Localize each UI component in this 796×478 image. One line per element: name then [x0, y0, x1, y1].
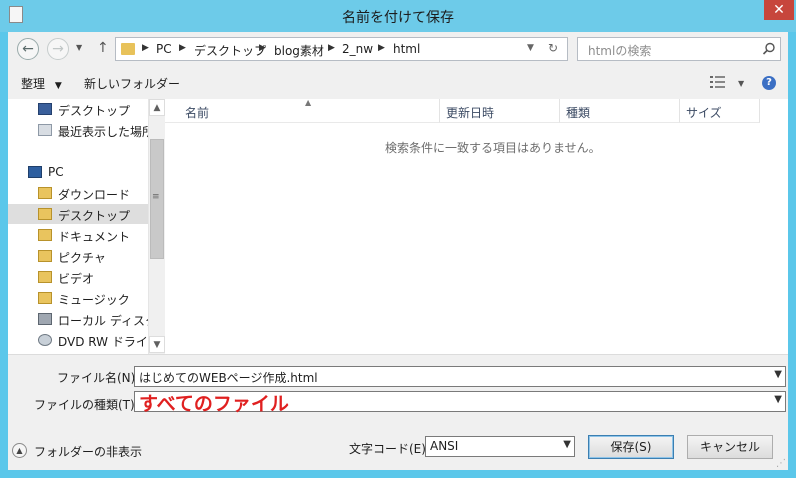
- nav-item-label: ビデオ: [58, 272, 95, 286]
- nav-item-label: 最近表示した場所: [58, 125, 155, 139]
- folder-icon: [121, 43, 135, 55]
- scroll-grip-icon: ≡: [152, 192, 160, 202]
- column-header-name[interactable]: ▲ 名前: [165, 98, 440, 123]
- address-dropdown-chevron-icon[interactable]: ▼: [527, 43, 534, 53]
- dvd-drive-icon: [38, 334, 52, 346]
- chevron-down-icon[interactable]: ▼: [563, 439, 571, 450]
- nav-item-downloads[interactable]: ダウンロード: [8, 183, 148, 203]
- nav-item-label: ミュージック: [58, 293, 130, 307]
- music-folder-icon: [38, 292, 52, 304]
- column-header-size[interactable]: サイズ: [680, 99, 760, 123]
- chevron-down-icon[interactable]: ▼: [774, 394, 782, 405]
- documents-folder-icon: [38, 229, 52, 241]
- close-button[interactable]: ✕: [764, 0, 794, 20]
- filetype-value: すべてのファイル: [139, 393, 289, 415]
- search-box[interactable]: htmlの検索: [577, 37, 781, 61]
- view-dropdown-chevron-icon[interactable]: ▼: [738, 79, 744, 88]
- breadcrumb-separator: ▶: [328, 43, 335, 53]
- title-bar: 名前を付けて保存 ✕: [0, 0, 796, 32]
- address-bar[interactable]: ▶ PC ▶ デスクトップ ▶ blog素材 ▶ 2_nw ▶ html ▼ ↻: [115, 37, 568, 61]
- pictures-folder-icon: [38, 250, 52, 262]
- nav-item-local-disk[interactable]: ローカル ディスク (C: [8, 309, 164, 329]
- search-input[interactable]: htmlの検索: [588, 42, 651, 59]
- desktop-folder-icon: [38, 208, 52, 220]
- breadcrumb-desktop[interactable]: デスクトップ: [194, 42, 266, 59]
- nav-item-label: デスクトップ: [58, 209, 131, 223]
- chevron-down-icon: ▼: [54, 81, 62, 91]
- breadcrumb-html[interactable]: html: [393, 42, 420, 56]
- breadcrumb-separator: ▶: [378, 43, 385, 53]
- nav-item-pc[interactable]: PC: [8, 162, 148, 182]
- filename-value: はじめてのWEBページ作成.html: [139, 371, 318, 385]
- scroll-up-arrow-icon[interactable]: ▲: [149, 99, 165, 116]
- organize-button[interactable]: 整理 ▼: [21, 75, 62, 92]
- nav-item-documents[interactable]: ドキュメント: [8, 225, 148, 245]
- breadcrumb-separator: ▶: [259, 43, 266, 53]
- save-button[interactable]: 保存(S): [588, 435, 674, 459]
- nav-item-desktop-folder[interactable]: デスクトップ: [8, 204, 148, 224]
- nav-item-desktop[interactable]: デスクトップ: [8, 99, 148, 119]
- nav-item-label: ピクチャ: [58, 251, 106, 265]
- nav-item-recent[interactable]: 最近表示した場所: [8, 120, 154, 140]
- filename-field[interactable]: はじめてのWEBページ作成.html ▼: [134, 366, 786, 387]
- column-label: 更新日時: [446, 106, 495, 120]
- up-arrow-icon[interactable]: ↑: [97, 40, 109, 56]
- encoding-select[interactable]: ANSI ▼: [425, 436, 575, 457]
- back-button[interactable]: ←: [17, 38, 39, 60]
- local-disk-icon: [38, 313, 52, 325]
- navigation-pane: デスクトップ 最近表示した場所 PC ダウンロード デスクトップ ドキュメント …: [8, 99, 165, 354]
- chevron-down-icon[interactable]: ▼: [774, 369, 782, 380]
- cancel-button[interactable]: キャンセル: [687, 435, 773, 459]
- scroll-down-arrow-icon[interactable]: ▼: [149, 336, 165, 353]
- command-bar: 整理 ▼ 新しいフォルダー: [8, 68, 788, 98]
- nav-scrollbar[interactable]: ▲ ≡ ▼: [148, 99, 165, 354]
- column-label: サイズ: [686, 106, 722, 120]
- nav-item-videos[interactable]: ビデオ: [8, 267, 148, 287]
- breadcrumb-2nw[interactable]: 2_nw: [342, 42, 373, 56]
- column-label: 種類: [566, 106, 591, 120]
- desktop-icon: [38, 103, 52, 115]
- nav-item-label: ダウンロード: [58, 188, 131, 202]
- encoding-label: 文字コード(E):: [349, 442, 430, 456]
- recent-locations-chevron-icon[interactable]: ▼: [76, 43, 82, 52]
- recent-places-icon: [38, 124, 52, 136]
- column-label: 名前: [185, 106, 210, 120]
- nav-item-label: PC: [48, 165, 64, 179]
- resize-grip-icon[interactable]: ⋰: [776, 458, 786, 469]
- filetype-select[interactable]: すべてのファイル ▼: [134, 391, 786, 415]
- nav-item-label: デスクトップ: [58, 104, 131, 118]
- help-icon[interactable]: ?: [762, 76, 776, 90]
- column-header-modified[interactable]: 更新日時: [440, 99, 560, 123]
- nav-item-dvd[interactable]: DVD RW ドライブ: [8, 330, 160, 350]
- breadcrumb-pc[interactable]: PC: [156, 42, 172, 56]
- encoding-value: ANSI: [430, 439, 459, 453]
- breadcrumb-separator: ▶: [179, 43, 186, 53]
- organize-label: 整理: [21, 77, 46, 91]
- nav-item-pictures[interactable]: ピクチャ: [8, 246, 148, 266]
- window-title: 名前を付けて保存: [342, 10, 454, 26]
- refresh-icon[interactable]: ↻: [548, 41, 558, 55]
- sort-ascending-icon: ▲: [305, 98, 312, 107]
- downloads-folder-icon: [38, 187, 52, 199]
- filetype-label: ファイルの種類(T):: [34, 398, 139, 412]
- column-header-type[interactable]: 種類: [560, 99, 680, 123]
- breadcrumb-blog[interactable]: blog素材: [274, 42, 324, 59]
- hide-folders-label[interactable]: フォルダーの非表示: [34, 443, 142, 460]
- search-icon[interactable]: [761, 41, 777, 57]
- nav-item-label: ドキュメント: [58, 230, 131, 244]
- filename-label: ファイル名(N):: [57, 371, 140, 385]
- nav-item-label: DVD RW ドライブ: [58, 335, 160, 349]
- chevron-up-icon[interactable]: ▲: [12, 443, 27, 458]
- videos-folder-icon: [38, 271, 52, 283]
- empty-message: 検索条件に一致する項目はありません。: [385, 141, 601, 155]
- pc-icon: [28, 166, 42, 178]
- forward-button[interactable]: →: [47, 38, 69, 60]
- new-folder-button[interactable]: 新しいフォルダー: [84, 75, 180, 92]
- nav-item-music[interactable]: ミュージック: [8, 288, 148, 308]
- view-options-icon[interactable]: [710, 76, 726, 88]
- breadcrumb-separator: ▶: [142, 43, 149, 53]
- file-list[interactable]: ▲ 名前 更新日時 種類 サイズ 検索条件に一致する項目はありません。: [165, 98, 788, 354]
